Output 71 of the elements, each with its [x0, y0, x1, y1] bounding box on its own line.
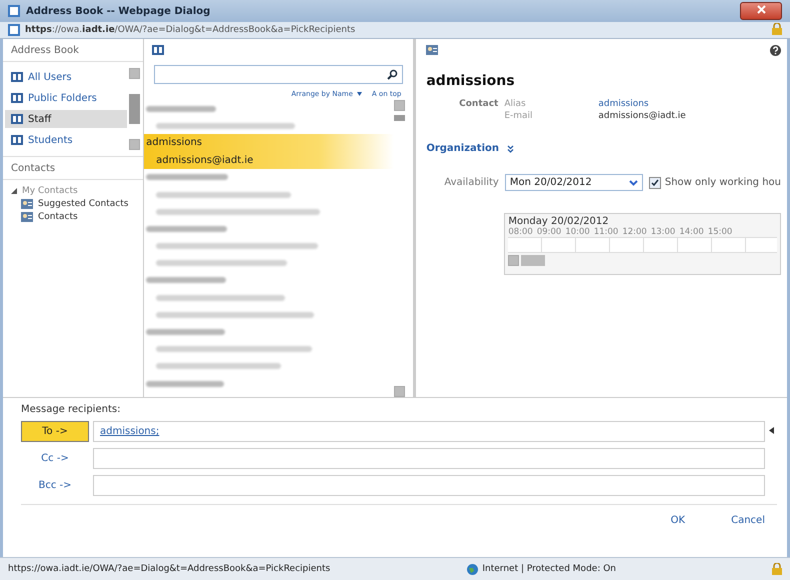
address-book-icon	[11, 114, 23, 124]
lock-icon	[772, 22, 782, 34]
hour-label: 10:00	[565, 227, 590, 237]
address-list-item[interactable]: All Users	[5, 68, 128, 86]
blurred-name	[146, 106, 216, 112]
page-icon	[8, 5, 20, 17]
hour-label: 15:00	[708, 227, 732, 237]
address-book-icon	[11, 72, 23, 82]
hour-label: 11:00	[594, 227, 618, 237]
recipients-title: Message recipients:	[21, 404, 122, 415]
organization-link[interactable]: Organization	[426, 143, 499, 154]
security-zone: Internet | Protected Mode: On	[482, 564, 616, 574]
contact-card-icon	[21, 212, 33, 222]
address-book-icon	[152, 45, 164, 55]
search-icon[interactable]	[387, 69, 398, 80]
address-list-item[interactable]: Staff	[5, 110, 128, 128]
help-icon[interactable]	[770, 44, 781, 56]
hour-label: 13:00	[650, 227, 676, 237]
cancel-button[interactable]: Cancel	[731, 515, 765, 526]
recipient-field[interactable]: admissions;	[93, 421, 765, 442]
address-list-item[interactable]: Students	[5, 131, 128, 149]
close-icon[interactable]	[756, 5, 766, 14]
caret-icon[interactable]	[356, 92, 362, 96]
working-hours-checkbox[interactable]: Show only working hou	[648, 176, 781, 188]
availability-label: Availability	[444, 177, 499, 188]
tree-item[interactable]: Contacts	[11, 212, 136, 222]
address-book-icon	[11, 93, 23, 103]
section-label: Contact	[458, 99, 498, 109]
lock-icon	[772, 563, 782, 575]
hour-label: 09:00	[536, 227, 562, 237]
contact-name[interactable]: admissions	[144, 134, 394, 152]
recipient-field[interactable]	[93, 448, 765, 469]
pane-title: Contacts	[11, 162, 56, 174]
expand-icon[interactable]	[11, 188, 17, 194]
window-title: Address Book -- Webpage Dialog	[26, 6, 210, 16]
scrollbar[interactable]	[394, 100, 406, 397]
email-value: admissions@iadt.ie	[598, 111, 687, 121]
tree-item[interactable]: My Contacts	[11, 186, 136, 196]
timeline-date: Monday 20/02/2012	[508, 216, 610, 227]
recipient-link[interactable]: admissions;	[100, 426, 160, 437]
address-book-icon	[11, 135, 23, 145]
contact-card-icon	[426, 45, 438, 55]
hour-label: 12:00	[622, 227, 647, 237]
ok-button[interactable]: OK	[670, 515, 686, 526]
address-list-item[interactable]: Public Folders	[5, 89, 128, 107]
search-field[interactable]	[154, 65, 404, 84]
status-url: https://owa.iadt.ie/OWA/?ae=Dialog&t=AddressBook&a=PickRecipients	[8, 564, 330, 574]
pane-title: Address Book	[11, 44, 79, 56]
alias-link[interactable]: admissions	[598, 99, 781, 109]
date-select[interactable]: Mon 20/02/2012	[504, 174, 643, 191]
recipient-type-button[interactable]: Cc ->	[21, 448, 89, 469]
field-label: Alias	[504, 99, 527, 109]
contact-heading: admissions	[426, 73, 516, 89]
tree-item[interactable]: Suggested Contacts	[11, 199, 136, 209]
close-button[interactable]	[740, 2, 782, 20]
contact-card-icon	[21, 199, 33, 209]
checkbox[interactable]	[648, 176, 661, 188]
scrollbar[interactable]	[129, 68, 140, 150]
field-label: E-mail	[504, 111, 534, 121]
expand-icon[interactable]	[507, 144, 514, 152]
contact-email[interactable]: admissions@iadt.ie	[144, 152, 394, 169]
page-icon	[8, 24, 20, 36]
recipient-field[interactable]	[93, 475, 765, 496]
recipient-type-button[interactable]: To ->	[21, 421, 89, 442]
collapse-icon[interactable]	[769, 427, 774, 434]
url-text: https://owa.iadt.ie/OWA/?ae=Dialog&t=AddressBook&a=PickRecipients	[25, 25, 356, 35]
globe-icon	[467, 564, 478, 574]
dropdown-icon	[628, 180, 638, 186]
recipient-type-button[interactable]: Bcc ->	[21, 475, 89, 496]
hour-label: 08:00	[508, 227, 533, 237]
hour-label: 14:00	[679, 227, 704, 237]
